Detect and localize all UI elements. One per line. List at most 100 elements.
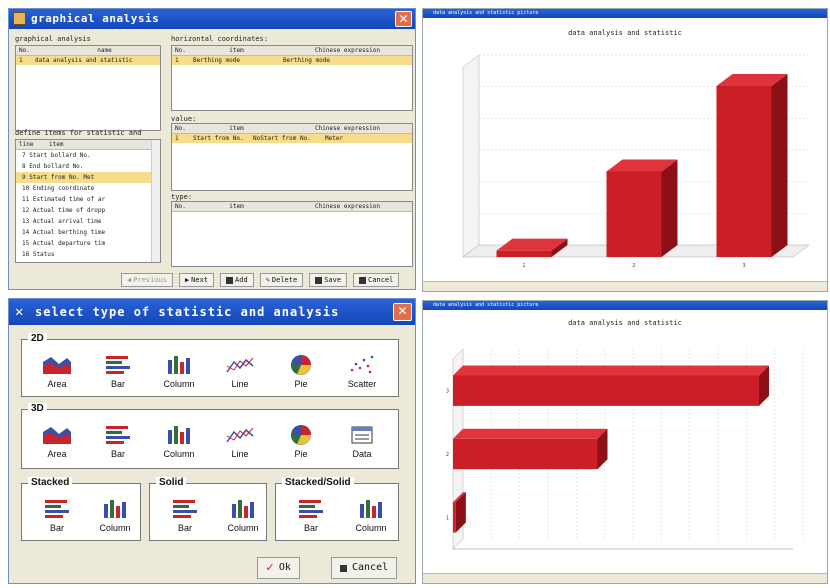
define-items-list[interactable]: line item 7 Start bollard No. 8 End bollar… <box>15 139 161 263</box>
3d-area-option[interactable]: Area <box>34 422 80 459</box>
group-title: Stacked <box>28 477 73 488</box>
option-label: Scatter <box>347 379 377 389</box>
graph-header: No. name <box>16 46 160 56</box>
table-row[interactable]: 1 Berthing mode Berthing mode <box>172 56 412 65</box>
graph-list[interactable]: No. name 1 data analysis and statistic <box>15 45 161 131</box>
stacked-column-option[interactable]: Column <box>92 496 138 533</box>
2d-pie-option[interactable]: Pie <box>278 352 324 389</box>
type-table[interactable]: No. item Chinese expression <box>171 201 413 267</box>
list-item[interactable]: 10 Ending coordinate <box>16 183 160 194</box>
line-chart-icon <box>217 422 263 446</box>
list-item[interactable]: 11 Estimated time of ar <box>16 194 160 205</box>
vertical-bar-chart: 1 2 3 <box>462 54 810 269</box>
list-item[interactable]: 16 Status <box>16 249 160 260</box>
cell: 1 <box>175 135 179 142</box>
solid-column-option[interactable]: Column <box>220 496 266 533</box>
list-item[interactable]: 14 Actual berthing time <box>16 227 160 238</box>
3d-line-option[interactable]: Line <box>217 422 263 459</box>
group-title: Stacked/Solid <box>282 477 354 488</box>
bar <box>606 171 662 257</box>
3d-data-option[interactable]: Data <box>339 422 385 459</box>
option-label: Column <box>163 449 195 459</box>
group-title: 2D <box>28 333 47 344</box>
2d-column-option[interactable]: Column <box>156 352 202 389</box>
bar-chart-icon <box>95 352 141 376</box>
group-3d: 3D Area Bar Column Line Pie Data <box>21 403 399 469</box>
col-chinese: Chinese expression <box>314 203 381 210</box>
add-icon <box>226 276 234 284</box>
list-item[interactable]: 8 End bollard No. <box>16 161 160 172</box>
list-item[interactable]: 7 Start bollard No. <box>16 150 160 161</box>
table-row[interactable]: 1 data analysis and statistic <box>16 56 160 65</box>
2d-area-option[interactable]: Area <box>34 352 80 389</box>
option-label: Bar <box>177 523 192 533</box>
bar <box>453 502 456 533</box>
2d-line-option[interactable]: Line <box>217 352 263 389</box>
delete-button[interactable]: ✎ Delete <box>259 273 304 287</box>
scrollbar[interactable] <box>151 140 160 262</box>
next-button[interactable]: ▶ Next <box>178 273 215 287</box>
horizontal-table[interactable]: No. item Chinese expression 1 Berthing mode… <box>171 45 413 111</box>
cancel-button[interactable]: Cancel <box>353 273 400 287</box>
col-line: line <box>19 141 34 148</box>
chart-window-titlebar: data analysis and statistic picture <box>423 301 827 310</box>
column-chart-icon <box>348 496 394 520</box>
cell: Start from No. <box>193 135 244 142</box>
solid-bar-option[interactable]: Bar <box>162 496 208 533</box>
bar-chart-icon <box>288 496 334 520</box>
ok-label: Ok <box>278 562 291 573</box>
cell: 1 <box>19 57 23 64</box>
select-type-dialog: ✕ select type of statistic and analysis ✕… <box>8 298 416 584</box>
col-no: No. <box>175 203 186 210</box>
previous-label: Previous <box>133 276 167 284</box>
list-item[interactable]: 12 Actual time of dropp <box>16 205 160 216</box>
graphical-analysis-window: graphical analysis ✕ graphical analysis … <box>8 8 416 290</box>
delete-label: Delete <box>271 276 298 284</box>
stacked-bar-option[interactable]: Bar <box>34 496 80 533</box>
add-button[interactable]: Add <box>220 273 254 287</box>
stacked-solid-column-option[interactable]: Column <box>348 496 394 533</box>
3d-column-option[interactable]: Column <box>156 422 202 459</box>
y-tick-label: 1 <box>446 515 449 521</box>
option-label: Line <box>231 449 249 459</box>
list-item[interactable]: 13 Actual arrival time <box>16 216 160 227</box>
x-tick-label: 3 <box>742 263 745 269</box>
2d-scatter-option[interactable]: Scatter <box>339 352 385 389</box>
list-item[interactable]: 15 Actual departure tim <box>16 238 160 249</box>
window-title: graphical analysis <box>31 12 160 25</box>
option-label: Line <box>231 379 249 389</box>
data-chart-icon <box>339 422 385 446</box>
close-button[interactable]: ✕ <box>393 303 412 321</box>
value-table[interactable]: No. item Chinese expression 1 Start from No… <box>171 123 413 191</box>
stacked-solid-bar-option[interactable]: Bar <box>288 496 334 533</box>
col-item: item <box>49 141 64 148</box>
list-item[interactable]: 9 Start from No. Met <box>16 172 160 183</box>
option-label: Column <box>227 523 259 533</box>
2d-bar-option[interactable]: Bar <box>95 352 141 389</box>
save-button[interactable]: Save <box>309 273 348 287</box>
cancel-button[interactable]: Cancel <box>331 557 398 579</box>
3d-bar-option[interactable]: Bar <box>95 422 141 459</box>
delete-icon: ✎ <box>265 276 270 284</box>
option-label: Column <box>163 379 195 389</box>
col-item: item <box>229 125 244 132</box>
cell: 1 <box>175 57 179 64</box>
chart-footer <box>423 573 827 583</box>
chart-window-vertical: data analysis and statistic picture data… <box>422 8 828 292</box>
chart-window-horizontal: data analysis and statistic picture data… <box>422 300 828 584</box>
pie-chart-icon <box>278 422 324 446</box>
option-label: Bar <box>303 523 318 533</box>
save-icon <box>315 276 323 284</box>
next-label: Next <box>191 276 209 284</box>
group-solid: Solid Bar Column <box>149 477 267 541</box>
ok-button[interactable]: ✓ Ok <box>257 557 300 579</box>
3d-pie-option[interactable]: Pie <box>278 422 324 459</box>
horizontal-coordinates-label: horizontal coordinates: <box>171 35 268 43</box>
table-row[interactable]: 1 Start from No. NoStart from No. Meter <box>172 134 412 143</box>
option-label: Bar <box>49 523 64 533</box>
col-no: No. <box>175 125 186 132</box>
col-item: item <box>229 47 244 54</box>
option-label: Bar <box>110 449 125 459</box>
previous-button[interactable]: ◀ Previous <box>121 273 173 287</box>
close-button[interactable]: ✕ <box>395 11 412 27</box>
